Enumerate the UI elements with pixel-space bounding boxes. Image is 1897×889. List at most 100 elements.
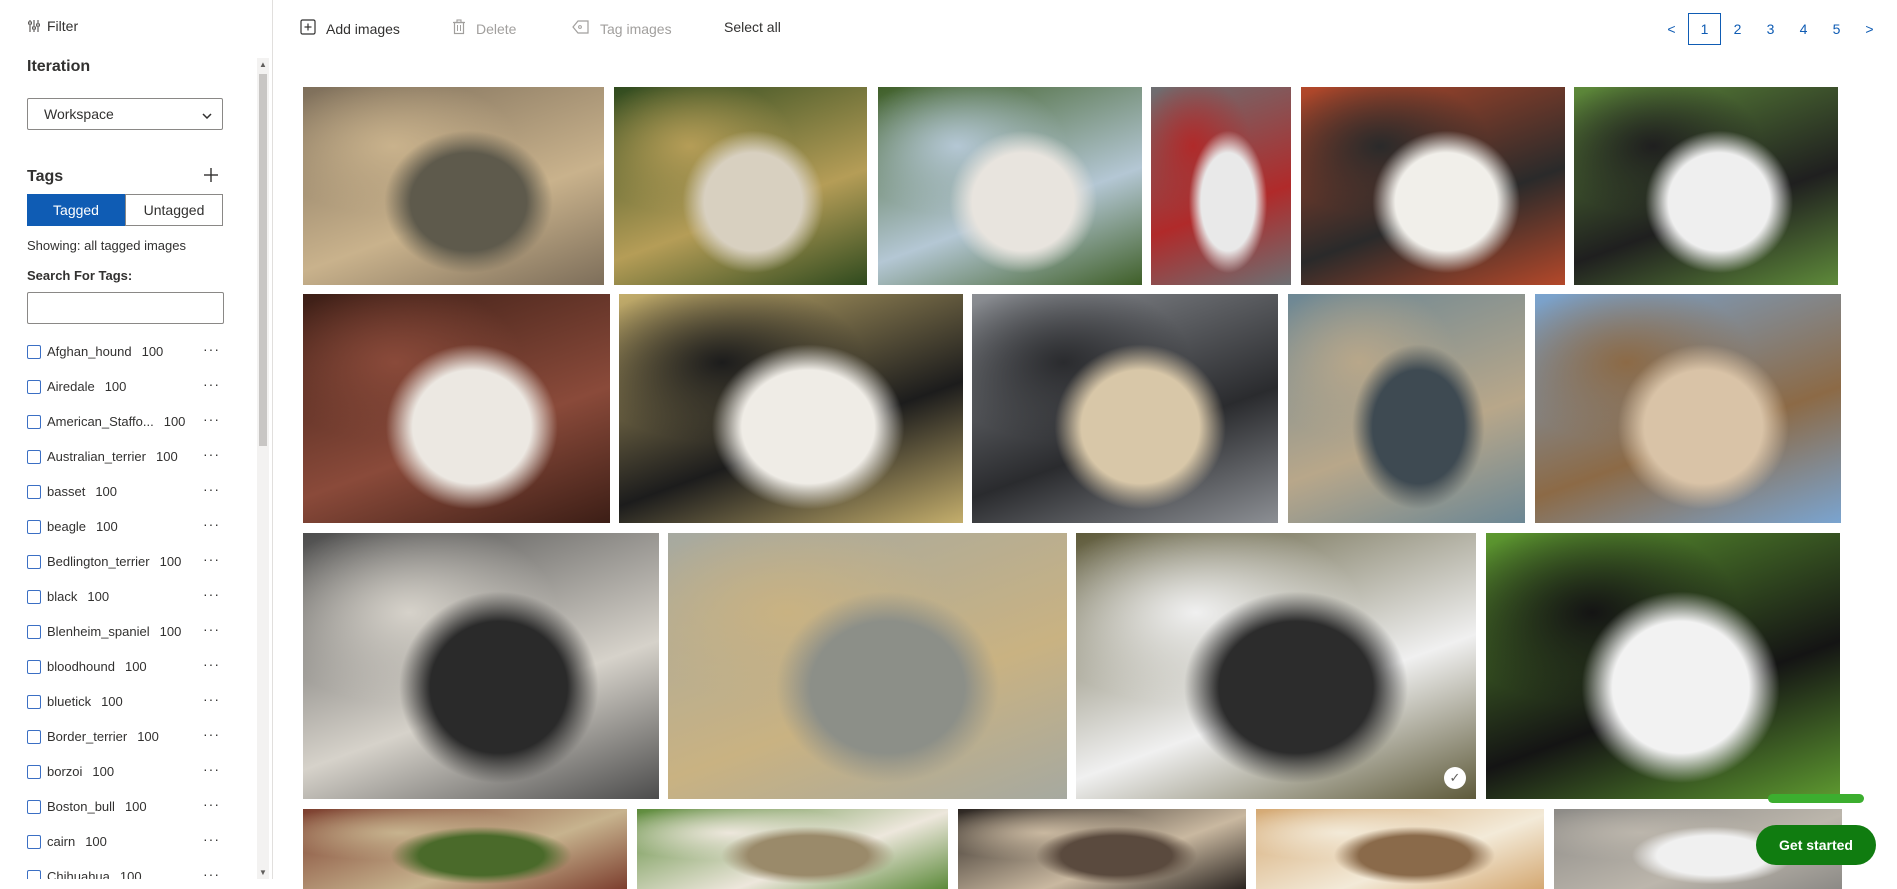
tag-more-icon[interactable]: ··· [203,761,220,777]
tag-more-icon[interactable]: ··· [203,516,220,532]
filter-button[interactable]: Filter [27,18,78,34]
tag-checkbox[interactable] [27,414,41,429]
untagged-button[interactable]: Untagged [125,194,223,226]
tag-more-icon[interactable]: ··· [203,621,220,637]
tag-item[interactable]: beagle 100 ··· [27,509,227,544]
tag-name: Boston_bull [47,799,115,814]
search-tags-label: Search For Tags: [27,268,133,283]
chevron-down-icon [202,106,212,122]
iteration-dropdown[interactable]: Workspace [27,98,223,130]
tag-images-button[interactable]: Tag images [572,19,672,38]
tag-item[interactable]: basset 100 ··· [27,474,227,509]
checkmark-icon[interactable]: ✓ [1444,767,1466,789]
search-tags-input[interactable] [27,292,224,324]
image-thumbnail[interactable] [1535,294,1841,523]
image-thumbnail[interactable] [1574,87,1838,285]
tag-checkbox[interactable] [27,764,41,779]
add-images-button[interactable]: Add images [300,19,400,38]
image-thumbnail[interactable] [303,294,610,523]
image-thumbnail[interactable] [958,809,1246,889]
image-thumbnail[interactable] [614,87,867,285]
image-thumbnail[interactable] [303,809,627,889]
tag-item[interactable]: Blenheim_spaniel 100 ··· [27,614,227,649]
image-thumbnail[interactable] [303,87,604,285]
tag-more-icon[interactable]: ··· [203,411,220,427]
image-thumbnail[interactable] [1486,533,1840,799]
tag-checkbox[interactable] [27,624,41,639]
tag-item[interactable]: Australian_terrier 100 ··· [27,439,227,474]
image-thumbnail[interactable] [972,294,1278,523]
tag-item[interactable]: Border_terrier 100 ··· [27,719,227,754]
page-1-button[interactable]: 1 [1688,13,1721,45]
tag-item[interactable]: Bedlington_terrier 100 ··· [27,544,227,579]
image-thumbnail[interactable] [303,533,659,799]
tag-count: 100 [101,694,123,709]
tag-more-icon[interactable]: ··· [203,691,220,707]
tag-checkbox[interactable] [27,694,41,709]
tag-checkbox[interactable] [27,449,41,464]
tag-item[interactable]: Airedale 100 ··· [27,369,227,404]
tag-more-icon[interactable]: ··· [203,446,220,462]
tag-checkbox[interactable] [27,554,41,569]
scroll-up-icon[interactable]: ▲ [259,60,267,69]
tag-item[interactable]: borzoi 100 ··· [27,754,227,789]
tag-name: Border_terrier [47,729,128,744]
tag-more-icon[interactable]: ··· [203,586,220,602]
delete-button[interactable]: Delete [452,19,516,38]
tag-checkbox[interactable] [27,379,41,394]
left-scrollbar[interactable]: ▲ ▼ [257,58,269,879]
page-2-button[interactable]: 2 [1721,13,1754,45]
tag-item[interactable]: Chihuahua 100 ··· [27,859,227,879]
tag-more-icon[interactable]: ··· [203,656,220,672]
image-thumbnail[interactable] [619,294,963,523]
tag-more-icon[interactable]: ··· [203,376,220,392]
tag-item[interactable]: Afghan_hound 100 ··· [27,334,227,369]
tag-checkbox[interactable] [27,869,41,879]
tag-item[interactable]: bluetick 100 ··· [27,684,227,719]
tag-item[interactable]: American_Staffo... 100 ··· [27,404,227,439]
trash-icon [452,19,466,38]
scrollbar-thumb[interactable] [259,74,267,446]
prev-page-button[interactable]: < [1655,13,1688,45]
tag-checkbox[interactable] [27,589,41,604]
image-thumbnail[interactable] [637,809,948,889]
tag-item[interactable]: Boston_bull 100 ··· [27,789,227,824]
tag-checkbox[interactable] [27,799,41,814]
image-thumbnail[interactable] [1151,87,1291,285]
image-thumbnail[interactable] [668,533,1067,799]
tag-more-icon[interactable]: ··· [203,341,220,357]
tag-more-icon[interactable]: ··· [203,551,220,567]
tag-checkbox[interactable] [27,484,41,499]
tag-more-icon[interactable]: ··· [203,726,220,742]
tag-item[interactable]: black 100 ··· [27,579,227,614]
page-4-button[interactable]: 4 [1787,13,1820,45]
tag-list: Afghan_hound 100 ··· Airedale 100 ··· American… [27,334,227,879]
tag-checkbox[interactable] [27,729,41,744]
tag-name: American_Staffo... [47,414,154,429]
tag-checkbox[interactable] [27,344,41,359]
select-all-button[interactable]: Select all [724,19,781,35]
tag-checkbox[interactable] [27,519,41,534]
tag-more-icon[interactable]: ··· [203,796,220,812]
image-thumbnail[interactable] [1256,809,1544,889]
tag-more-icon[interactable]: ··· [203,866,220,879]
scroll-down-icon[interactable]: ▼ [259,868,267,877]
add-tag-button[interactable] [202,166,220,184]
tag-more-icon[interactable]: ··· [203,481,220,497]
next-page-button[interactable]: > [1853,13,1886,45]
tag-count: 100 [124,659,147,674]
tag-more-icon[interactable]: ··· [203,831,220,847]
page-5-button[interactable]: 5 [1820,13,1853,45]
get-started-button[interactable]: Get started [1756,825,1876,865]
image-thumbnail[interactable] [878,87,1142,285]
tag-item[interactable]: bloodhound 100 ··· [27,649,227,684]
page-3-button[interactable]: 3 [1754,13,1787,45]
tag-checkbox[interactable] [27,834,41,849]
tag-count: 100 [124,799,147,814]
tagged-button[interactable]: Tagged [27,194,125,226]
image-thumbnail[interactable] [1301,87,1565,285]
tag-item[interactable]: cairn 100 ··· [27,824,227,859]
image-thumbnail[interactable] [1288,294,1525,523]
tag-checkbox[interactable] [27,659,41,674]
image-thumbnail[interactable]: ✓ [1076,533,1476,799]
